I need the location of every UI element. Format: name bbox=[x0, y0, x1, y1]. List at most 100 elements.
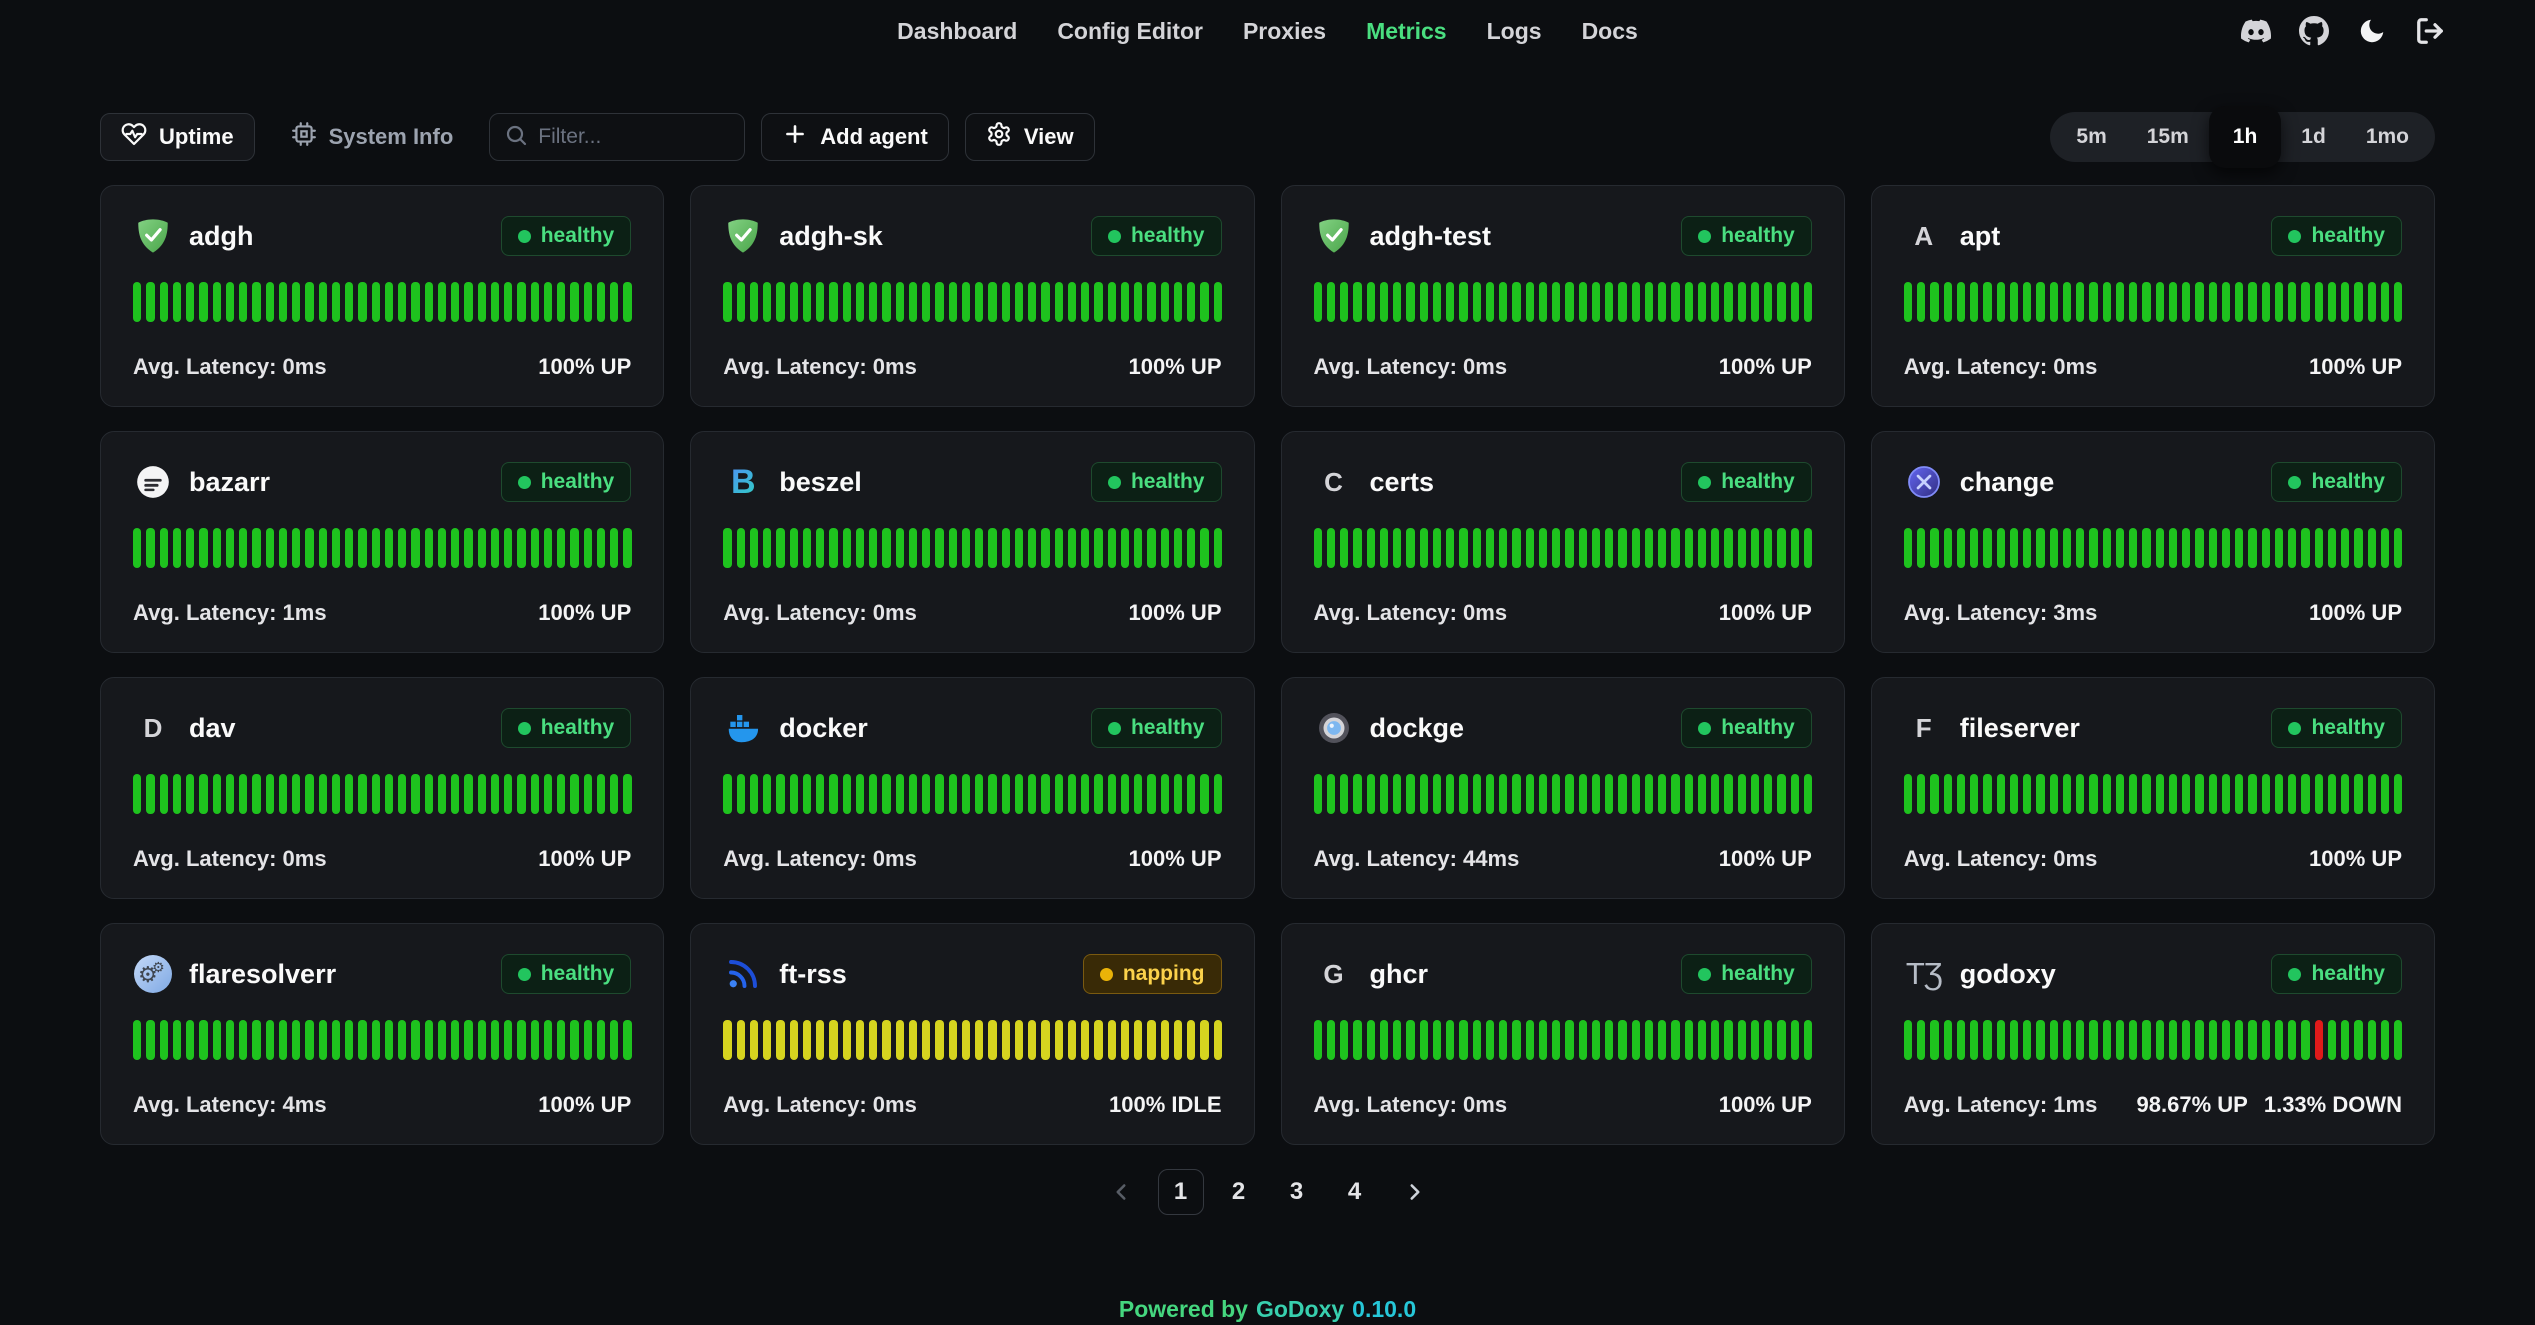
footer-brand-link[interactable]: GoDoxy bbox=[1256, 1296, 1344, 1322]
uptime-bar bbox=[464, 1020, 472, 1060]
nav-item-config-editor[interactable]: Config Editor bbox=[1057, 18, 1203, 45]
nav-item-logs[interactable]: Logs bbox=[1487, 18, 1542, 45]
latency-text: Avg. Latency: 0ms bbox=[723, 846, 917, 872]
status-dot-icon bbox=[1108, 722, 1121, 735]
uptime-bar bbox=[292, 774, 300, 814]
page-numbers: 1234 bbox=[1158, 1169, 1378, 1215]
uptime-bar bbox=[226, 1020, 234, 1060]
time-range-1h[interactable]: 1h bbox=[2209, 106, 2282, 168]
letter-icon: D bbox=[133, 708, 173, 748]
uptime-bar bbox=[1028, 1020, 1036, 1060]
uptime-bar bbox=[1028, 774, 1036, 814]
uptime-bar bbox=[451, 774, 459, 814]
uptime-bar bbox=[557, 282, 565, 322]
uptime-bar bbox=[266, 774, 274, 814]
uptime-bar bbox=[1983, 282, 1991, 322]
bazarr-icon bbox=[133, 462, 173, 502]
uptime-bar bbox=[2010, 528, 2018, 568]
uptime-bar bbox=[2076, 528, 2084, 568]
view-button[interactable]: View bbox=[965, 113, 1095, 161]
nav-item-proxies[interactable]: Proxies bbox=[1243, 18, 1326, 45]
status-label: healthy bbox=[2311, 224, 2385, 248]
logout-icon[interactable] bbox=[2415, 16, 2445, 46]
uptime-bar bbox=[146, 774, 154, 814]
footer-prefix: Powered by bbox=[1119, 1296, 1248, 1322]
uptime-bar bbox=[1486, 1020, 1494, 1060]
uptime-bar bbox=[1055, 1020, 1063, 1060]
time-range-1d[interactable]: 1d bbox=[2281, 112, 2346, 162]
status-dot-icon bbox=[1698, 230, 1711, 243]
add-agent-button[interactable]: Add agent bbox=[761, 113, 949, 161]
page-4-button[interactable]: 4 bbox=[1332, 1169, 1378, 1215]
latency-text: Avg. Latency: 3ms bbox=[1904, 600, 2098, 626]
page-1-button[interactable]: 1 bbox=[1158, 1169, 1204, 1215]
uptime-bar bbox=[1685, 282, 1693, 322]
uptime-bar bbox=[1094, 282, 1102, 322]
uptime-bar bbox=[398, 528, 406, 568]
uptime-bar bbox=[1486, 282, 1494, 322]
nav-item-docs[interactable]: Docs bbox=[1582, 18, 1638, 45]
uptime-tab-button[interactable]: Uptime bbox=[100, 113, 255, 161]
adguard-shield-icon bbox=[1314, 216, 1354, 256]
previous-page-button[interactable] bbox=[1102, 1179, 1140, 1205]
uptime-bars bbox=[1314, 1020, 1812, 1060]
uptime-bar bbox=[1618, 1020, 1626, 1060]
uptime-bar bbox=[2248, 774, 2256, 814]
add-agent-label: Add agent bbox=[820, 124, 928, 150]
uptime-bar bbox=[266, 282, 274, 322]
uptime-bar bbox=[2050, 774, 2058, 814]
uptime-bar bbox=[199, 1020, 207, 1060]
uptime-bar bbox=[1944, 1020, 1952, 1060]
service-card: bazarr healthy Avg. Latency: 1ms 100% UP bbox=[100, 431, 664, 653]
top-navigation: Dashboard Config Editor Proxies Metrics Logs… bbox=[0, 0, 2535, 62]
theme-toggle-moon-icon[interactable] bbox=[2357, 16, 2387, 46]
uptime-bar bbox=[1917, 528, 1925, 568]
page-2-button[interactable]: 2 bbox=[1216, 1169, 1262, 1215]
uptime-bar bbox=[1081, 282, 1089, 322]
uptime-bar bbox=[1108, 1020, 1116, 1060]
uptime-bar bbox=[1015, 774, 1023, 814]
nav-item-dashboard[interactable]: Dashboard bbox=[897, 18, 1017, 45]
discord-icon[interactable] bbox=[2241, 16, 2271, 46]
uptime-bar bbox=[2129, 528, 2137, 568]
uptime-bar bbox=[2368, 774, 2376, 814]
nav-item-metrics[interactable]: Metrics bbox=[1366, 18, 1447, 45]
uptime-bar bbox=[1751, 1020, 1759, 1060]
uptime-bar bbox=[2394, 282, 2402, 322]
uptime-bar bbox=[1579, 774, 1587, 814]
time-range-1mo[interactable]: 1mo bbox=[2346, 112, 2429, 162]
status-dot-icon bbox=[1698, 968, 1711, 981]
uptime-bar bbox=[882, 282, 890, 322]
footer-version: 0.10.0 bbox=[1352, 1296, 1416, 1322]
plus-icon bbox=[782, 121, 808, 153]
time-range-5m[interactable]: 5m bbox=[2056, 112, 2126, 162]
service-name: apt bbox=[1960, 221, 2001, 252]
uptime-bar bbox=[1539, 1020, 1547, 1060]
uptime-bar bbox=[1353, 774, 1361, 814]
uptime-bar bbox=[790, 1020, 798, 1060]
uptime-bars bbox=[133, 774, 631, 814]
system-info-tab-button[interactable]: System Info bbox=[271, 113, 474, 161]
service-name: adgh-test bbox=[1370, 221, 1492, 252]
uptime-bar bbox=[1671, 282, 1679, 322]
service-name: bazarr bbox=[189, 467, 270, 498]
uptime-bar bbox=[186, 774, 194, 814]
uptime-bar bbox=[1340, 528, 1348, 568]
uptime-bar bbox=[1015, 1020, 1023, 1060]
uptime-bar bbox=[949, 282, 957, 322]
uptime-percentage: 98.67% UP bbox=[2137, 1092, 2248, 1118]
github-icon[interactable] bbox=[2299, 16, 2329, 46]
uptime-bar bbox=[1764, 774, 1772, 814]
uptime-bar bbox=[1565, 282, 1573, 322]
page-3-button[interactable]: 3 bbox=[1274, 1169, 1320, 1215]
uptime-bar bbox=[1970, 282, 1978, 322]
next-page-button[interactable] bbox=[1396, 1179, 1434, 1205]
uptime-bar bbox=[1605, 774, 1613, 814]
time-range-15m[interactable]: 15m bbox=[2127, 112, 2209, 162]
uptime-bar bbox=[199, 282, 207, 322]
filter-input[interactable] bbox=[538, 125, 730, 149]
uptime-bar bbox=[531, 528, 539, 568]
uptime-percentage: 100% UP bbox=[538, 600, 631, 626]
uptime-bar bbox=[2036, 1020, 2044, 1060]
uptime-bar bbox=[1393, 774, 1401, 814]
